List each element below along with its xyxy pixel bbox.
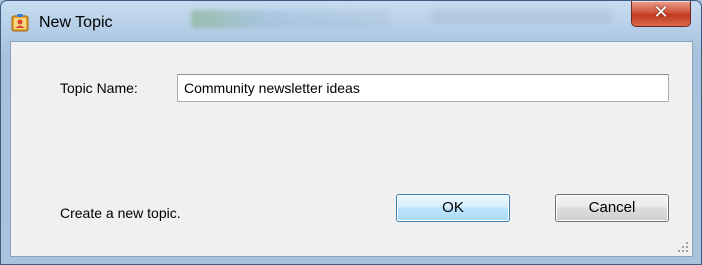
title-bar[interactable]: New Topic ✕	[1, 1, 701, 41]
ok-button[interactable]: OK	[396, 194, 510, 222]
topic-name-input[interactable]	[177, 74, 669, 102]
dialog-body: Topic Name: Create a new topic. OK Cance…	[10, 41, 693, 257]
close-icon: ✕	[653, 2, 669, 23]
window-title: New Topic	[39, 14, 113, 31]
cancel-button[interactable]: Cancel	[555, 194, 669, 222]
topic-name-label: Topic Name:	[60, 80, 138, 96]
dialog-window: New Topic ✕ Topic Name: Create a new top…	[0, 0, 702, 265]
resize-grip[interactable]	[676, 240, 688, 252]
background-blur	[191, 10, 391, 28]
background-blur	[431, 10, 611, 24]
status-text: Create a new topic.	[60, 205, 181, 221]
close-button[interactable]: ✕	[631, 1, 691, 27]
address-book-icon	[10, 13, 30, 33]
